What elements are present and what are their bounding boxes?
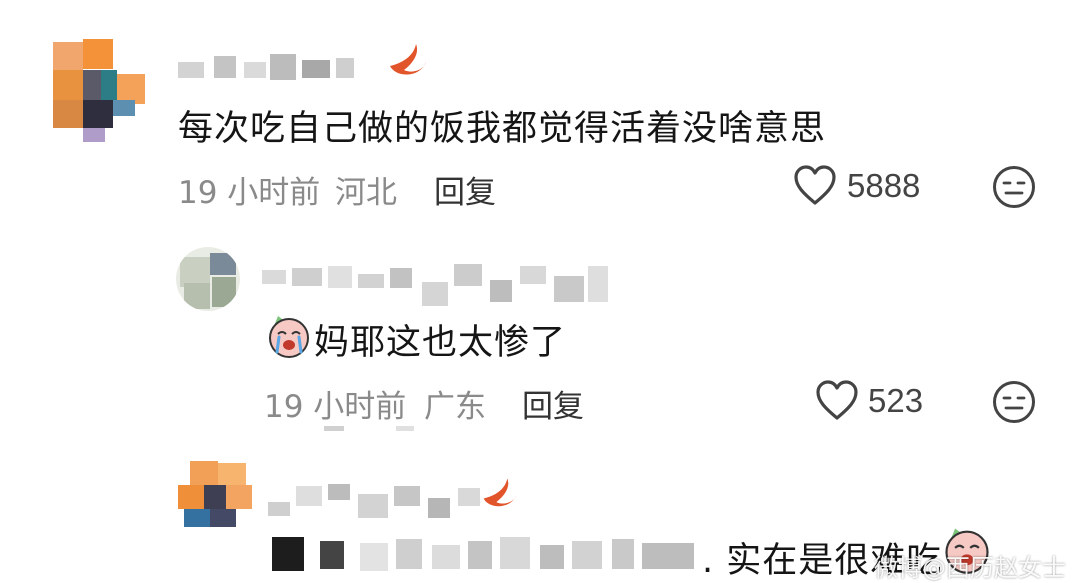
face-icon[interactable] bbox=[991, 164, 1037, 210]
divider bbox=[324, 426, 344, 431]
heart-icon[interactable] bbox=[792, 163, 838, 207]
comment-text: 每次吃自己做的饭我都觉得活着没啥意思 bbox=[178, 109, 827, 149]
comment-time: 19 小时前 bbox=[178, 175, 321, 211]
like-count: 523 bbox=[868, 382, 924, 419]
face-icon[interactable] bbox=[991, 379, 1037, 425]
badge-icon bbox=[480, 474, 520, 512]
username-redacted bbox=[178, 52, 378, 82]
avatar[interactable] bbox=[48, 34, 148, 144]
avatar[interactable] bbox=[178, 461, 252, 527]
reply-button[interactable]: 回复 bbox=[522, 381, 584, 426]
comment-text-redacted bbox=[272, 535, 702, 575]
reply-button[interactable]: 回复 bbox=[434, 167, 496, 212]
comment-location: 广东 bbox=[424, 389, 486, 425]
crying-sticker bbox=[264, 310, 314, 360]
comment-text: 妈耶这也太惨了 bbox=[314, 323, 567, 363]
username-redacted bbox=[268, 480, 483, 524]
username-redacted bbox=[262, 262, 612, 308]
comment-time: 19 小时前 bbox=[264, 389, 407, 425]
watermark: 微博@西历赵女士 bbox=[874, 554, 1066, 582]
like-count: 5888 bbox=[847, 167, 921, 204]
badge-icon bbox=[386, 40, 430, 80]
divider bbox=[396, 426, 414, 431]
heart-icon[interactable] bbox=[814, 378, 860, 422]
comment-location: 河北 bbox=[335, 175, 397, 211]
avatar[interactable] bbox=[176, 247, 240, 311]
